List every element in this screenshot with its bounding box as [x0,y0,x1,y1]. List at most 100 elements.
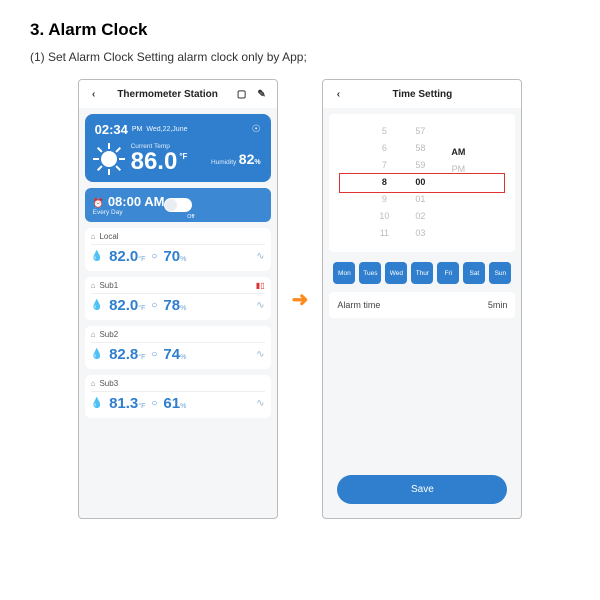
hero-date: Wed,22,June [146,126,187,133]
picker-minutes[interactable]: 57 58 59 00 01 02 03 [415,126,425,238]
alarm-time: 08:00 AM [108,194,165,209]
section-name: Alarm Clock [48,20,147,39]
sensor-card[interactable]: ⌂Local 💧 82.0°F ○ 70% ∿ [85,228,271,271]
picker-value[interactable]: 8 [382,177,387,187]
day-button[interactable]: Fri [437,262,459,284]
temp-label: Current Temp [131,143,188,150]
phones-row: ‹ Thermometer Station ▢ ✎ 02:34 PM Wed,2… [30,79,570,519]
phone2-title: Time Setting [351,89,493,100]
day-button[interactable]: Wed [385,262,407,284]
day-button[interactable]: Sat [463,262,485,284]
arrow-icon: ➜ [292,287,309,312]
picker-value[interactable]: AM [451,147,465,157]
sensor-name: Sub1 [99,281,118,290]
picker-ampm[interactable]: AM PM [451,126,465,238]
hero-top: 02:34 PM Wed,22,June ☉ [95,122,261,137]
sensor-hum: 70% [163,248,186,265]
picker-value[interactable]: 10 [379,211,389,221]
sun-icon [95,145,123,173]
temp-drop-icon: 💧 [91,398,103,409]
alarm-strip[interactable]: ⏰ 08:00 AM Every Day Off [85,188,271,222]
alarm-clock-icon: ⏰ [93,198,104,208]
section-subtitle: (1) Set Alarm Clock Setting alarm clock … [30,50,570,64]
chart-icon[interactable]: ∿ [256,398,264,409]
alarm-repeat: Every Day [93,209,165,216]
sensor-card[interactable]: ⌂Sub1 ▮▯ 💧 82.0°F ○ 78% ∿ [85,277,271,320]
sensor-list[interactable]: ⌂Local 💧 82.0°F ○ 70% ∿ ⌂Sub1▮▯ 💧 82.0°F… [79,228,277,518]
picker-value[interactable]: 02 [415,211,425,221]
spacer-icon [499,89,513,100]
temp-number: 86.0 [131,150,178,174]
back-icon[interactable]: ‹ [331,89,345,100]
day-button[interactable]: Sun [489,262,511,284]
day-selector: MonTuesWedThurFriSatSun [331,262,513,284]
humidity-unit: % [254,159,260,166]
sensor-hum: 74% [163,346,186,363]
alarm-left: ⏰ 08:00 AM Every Day [93,194,165,216]
sensor-name: Local [99,232,118,241]
picker-value[interactable]: PM [452,164,466,174]
humidity-label: Humidity [211,159,236,166]
back-icon[interactable]: ‹ [87,89,101,100]
sensor-temp: 82.8°F [109,346,145,363]
alarm-toggle[interactable] [164,198,192,212]
time-picker[interactable]: 5 6 7 8 9 10 11 57 58 59 00 01 02 03 AM PM [329,114,515,252]
picker-value[interactable]: 7 [382,160,387,170]
sensor-icon: ⌂ [91,330,96,339]
sensor-body: 💧 82.0°F ○ 78% ∿ [91,297,265,314]
sensor-card[interactable]: ⌂Sub3 💧 81.3°F ○ 61% ∿ [85,375,271,418]
temp-drop-icon: 💧 [91,251,103,262]
temp-unit: °F [179,153,187,161]
chart-icon[interactable]: ∿ [256,349,264,360]
picker-value[interactable]: 59 [415,160,425,170]
temp-drop-icon: 💧 [91,300,103,311]
temp-drop-icon: 💧 [91,349,103,360]
sensor-card[interactable]: ⌂Sub2 💧 82.8°F ○ 74% ∿ [85,326,271,369]
picker-value[interactable]: 03 [415,228,425,238]
sensor-hum: 61% [163,395,186,412]
phone2-header: ‹ Time Setting [323,80,521,108]
sensor-icon: ⌂ [91,379,96,388]
humidity-block: Humidity 82% [211,151,261,167]
picker-value[interactable]: 57 [415,126,425,136]
chart-icon[interactable]: ∿ [256,251,264,262]
picker-value[interactable]: 5 [382,126,387,136]
phone1-header: ‹ Thermometer Station ▢ ✎ [79,80,277,108]
hero-time: 02:34 [95,122,128,137]
day-button[interactable]: Mon [333,262,355,284]
section-number: 3. [30,20,44,39]
alarm-duration-row[interactable]: Alarm time 5min [329,292,515,318]
alarm-duration-label: Alarm time [337,300,380,310]
temp-block: Current Temp 86.0 °F [131,143,188,174]
location-icon[interactable]: ☉ [252,124,261,135]
sensor-body: 💧 82.0°F ○ 70% ∿ [91,248,265,265]
day-button[interactable]: Thur [411,262,433,284]
sensor-body: 💧 81.3°F ○ 61% ∿ [91,395,265,412]
edit-icon[interactable]: ✎ [255,89,269,100]
hum-drop-icon: ○ [151,251,157,262]
layers-icon[interactable]: ▢ [235,89,249,100]
picker-value[interactable]: 6 [382,143,387,153]
alarm-toggle-label: Off [187,214,194,220]
save-button[interactable]: Save [337,475,507,504]
hum-drop-icon: ○ [151,300,157,311]
phone1-title: Thermometer Station [107,89,229,100]
picker-value[interactable]: 11 [380,228,389,238]
sensor-hum: 78% [163,297,186,314]
temp-value: 86.0 °F [131,150,188,174]
picker-hours[interactable]: 5 6 7 8 9 10 11 [379,126,389,238]
sensor-icon: ⌂ [91,281,96,290]
picker-value[interactable]: 00 [415,177,425,187]
hero-body: Current Temp 86.0 °F Humidity 82% [95,143,261,174]
humidity-number: 82 [239,151,255,167]
picker-value[interactable]: 58 [415,143,425,153]
picker-value[interactable]: 9 [382,194,387,204]
alarm-duration-value: 5min [488,300,508,310]
sensor-head: ⌂Local [91,232,265,245]
sensor-temp: 82.0°F [109,248,145,265]
day-button[interactable]: Tues [359,262,381,284]
hum-drop-icon: ○ [151,349,157,360]
low-battery-icon: ▮▯ [256,281,265,290]
chart-icon[interactable]: ∿ [256,300,264,311]
picker-value[interactable]: 01 [415,194,425,204]
